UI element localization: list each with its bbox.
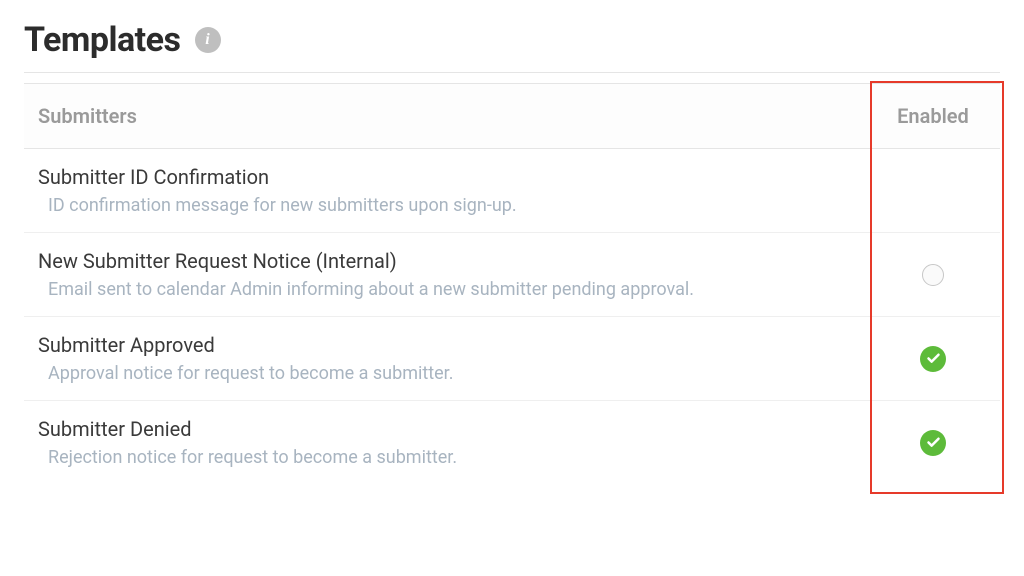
template-title: New Submitter Request Notice (Internal) <box>38 249 878 273</box>
row-content: New Submitter Request Notice (Internal) … <box>38 249 878 300</box>
template-title: Submitter Approved <box>38 333 878 357</box>
templates-table: Submitters Enabled Submitter ID Confirma… <box>24 83 1000 484</box>
table-row[interactable]: Submitter Approved Approval notice for r… <box>24 317 1000 401</box>
table-row[interactable]: Submitter Denied Rejection notice for re… <box>24 401 1000 484</box>
table-row[interactable]: Submitter ID Confirmation ID confirmatio… <box>24 149 1000 233</box>
info-icon[interactable]: i <box>195 27 221 53</box>
page-header: Templates i <box>24 20 1000 73</box>
template-description: Rejection notice for request to become a… <box>38 447 878 468</box>
enabled-cell <box>878 264 988 286</box>
table-row[interactable]: New Submitter Request Notice (Internal) … <box>24 233 1000 317</box>
checked-icon[interactable] <box>920 346 946 372</box>
row-content: Submitter Denied Rejection notice for re… <box>38 417 878 468</box>
template-description: Approval notice for request to become a … <box>38 363 878 384</box>
enabled-cell <box>878 346 988 372</box>
enabled-cell <box>878 430 988 456</box>
column-header-submitters: Submitters <box>38 104 137 128</box>
template-description: Email sent to calendar Admin informing a… <box>38 279 878 300</box>
table-header: Submitters Enabled <box>24 83 1000 149</box>
template-title: Submitter ID Confirmation <box>38 165 878 189</box>
unchecked-icon[interactable] <box>922 264 944 286</box>
page-title: Templates <box>24 20 181 60</box>
template-title: Submitter Denied <box>38 417 878 441</box>
column-header-enabled: Enabled <box>878 104 988 128</box>
template-description: ID confirmation message for new submitte… <box>38 195 878 216</box>
row-content: Submitter Approved Approval notice for r… <box>38 333 878 384</box>
row-content: Submitter ID Confirmation ID confirmatio… <box>38 165 878 216</box>
checked-icon[interactable] <box>920 430 946 456</box>
